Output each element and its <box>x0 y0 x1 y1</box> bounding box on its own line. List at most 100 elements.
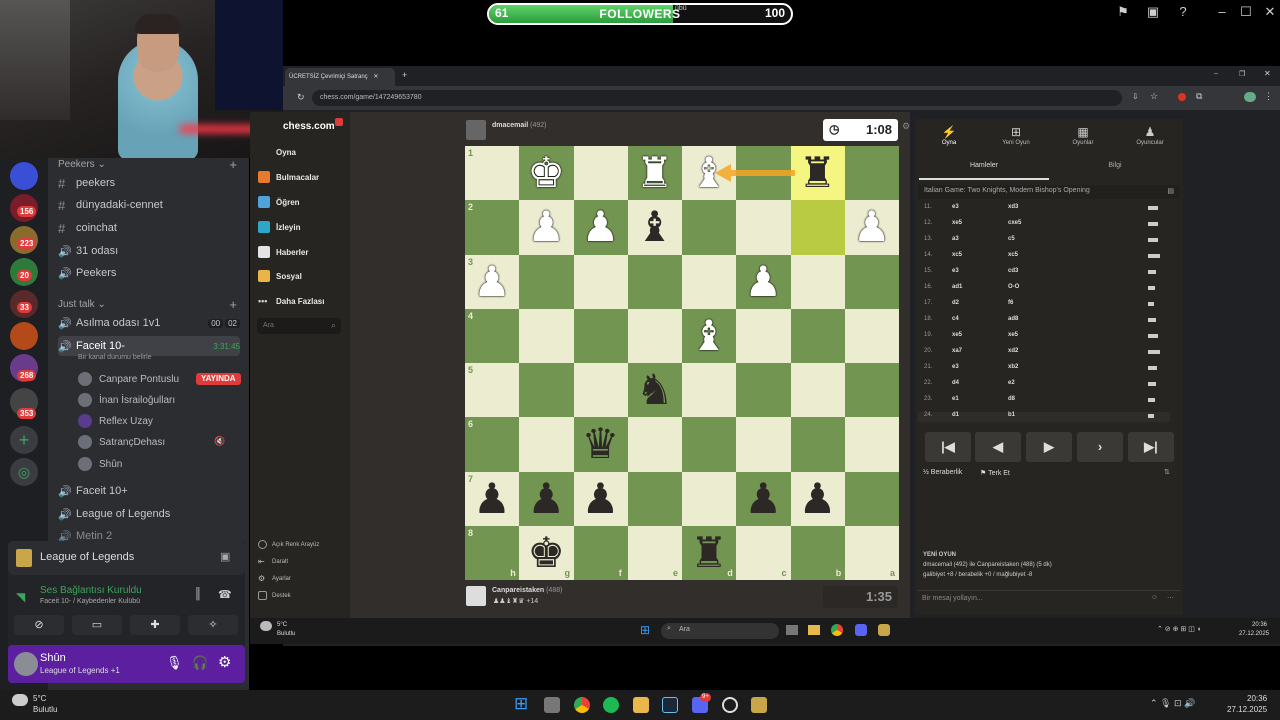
board-square[interactable] <box>519 363 574 418</box>
black-move[interactable]: cxe5 <box>1008 220 1021 226</box>
white-move[interactable]: e3 <box>952 364 959 370</box>
browser-menu-icon[interactable]: ⋮ <box>1264 91 1273 102</box>
task-view-icon[interactable] <box>544 697 560 713</box>
window-minimize-icon[interactable]: – <box>1214 70 1218 77</box>
soundboard-button[interactable]: ✧ <box>188 615 238 635</box>
black-piece[interactable]: ♜ <box>682 526 736 580</box>
board-square[interactable] <box>682 417 737 472</box>
camera-off-button[interactable]: ⊘ <box>14 615 64 635</box>
tab-moves[interactable]: Hamleler <box>919 152 1049 180</box>
voice-user[interactable]: Canpare Pontuslu <box>78 370 179 388</box>
username[interactable]: Shûn <box>40 652 66 664</box>
previous-move-button[interactable]: ◀ <box>975 432 1021 462</box>
file-explorer-icon[interactable] <box>808 625 820 635</box>
white-move[interactable]: xe5 <box>952 332 962 338</box>
board-square[interactable] <box>736 200 791 255</box>
taskbar-search[interactable]: ⌕ Ara <box>661 623 779 639</box>
board-square[interactable] <box>790 200 845 255</box>
move-row[interactable]: 23. e1 d8 <box>918 396 1170 406</box>
tab-new-game[interactable]: ⊞ Yeni Oyun <box>986 125 1046 146</box>
white-move[interactable]: e3 <box>952 268 959 274</box>
board-square[interactable] <box>627 308 682 363</box>
black-move[interactable]: f6 <box>1008 300 1013 306</box>
black-move[interactable]: ad8 <box>1008 316 1018 322</box>
black-piece[interactable]: ♚ <box>519 526 573 580</box>
channel-peekers[interactable]: # peekers <box>58 173 240 193</box>
board-square[interactable] <box>682 363 737 418</box>
discord-icon[interactable] <box>855 624 867 636</box>
chrome-icon[interactable] <box>574 697 590 713</box>
board-square[interactable] <box>573 254 628 309</box>
settings-gear-icon[interactable]: ⚙ <box>218 653 231 671</box>
move-row[interactable]: 19. xe5 xe5 <box>918 332 1170 342</box>
last-move-button[interactable]: ▶| <box>1128 432 1174 462</box>
board-square[interactable] <box>844 308 899 363</box>
collapse-button[interactable]: ⇤ Daralt <box>258 557 288 566</box>
move-row[interactable]: 24. d1 b1 <box>918 412 1170 422</box>
black-move[interactable]: e2 <box>1008 380 1015 386</box>
black-piece[interactable]: ♟ <box>736 472 790 526</box>
game-overlay-icon[interactable]: ▣ <box>220 550 230 563</box>
white-move[interactable]: d4 <box>952 380 959 386</box>
install-icon[interactable]: ⇩ <box>1132 92 1139 101</box>
spotify-icon[interactable] <box>603 697 619 713</box>
white-piece[interactable]: ♟ <box>736 255 790 309</box>
profile-avatar[interactable] <box>1244 92 1256 102</box>
board-square[interactable] <box>519 308 574 363</box>
play-button[interactable]: ▶ <box>1026 432 1072 462</box>
voice-channel-league-of-legends[interactable]: 🔊 League of Legends <box>58 504 240 524</box>
black-piece[interactable]: ♟ <box>574 472 628 526</box>
move-row[interactable]: 14. xc5 xc5 <box>918 252 1170 262</box>
board-square[interactable] <box>465 363 520 418</box>
board-square[interactable] <box>519 254 574 309</box>
voice-user[interactable]: Reflex Uzay <box>78 412 153 430</box>
black-piece[interactable]: ♜ <box>791 146 845 200</box>
server-icon[interactable] <box>10 162 38 190</box>
nav-news[interactable]: Haberler <box>258 246 308 258</box>
device-icon[interactable]: ▣ <box>1145 4 1161 20</box>
board-square[interactable] <box>844 254 899 309</box>
black-piece[interactable]: ♞ <box>628 363 682 417</box>
obs-icon[interactable] <box>722 697 738 713</box>
move-row[interactable]: 20. xa7 xd2 <box>918 348 1170 358</box>
white-move[interactable]: d2 <box>952 300 959 306</box>
settings-button[interactable]: ⚙ Ayarlar <box>258 574 291 583</box>
white-move[interactable]: xe5 <box>952 220 962 226</box>
resign-button[interactable]: ⚑ Terk Et <box>980 469 1010 477</box>
board-square[interactable] <box>844 417 899 472</box>
white-move[interactable]: xc5 <box>952 252 962 258</box>
board-square[interactable] <box>627 471 682 526</box>
board-square[interactable] <box>790 254 845 309</box>
bookmark-star-icon[interactable]: ☆ <box>1150 91 1158 102</box>
board-square[interactable] <box>573 308 628 363</box>
board-square[interactable] <box>519 417 574 472</box>
black-move[interactable]: cd3 <box>1008 268 1018 274</box>
white-move[interactable]: ad1 <box>952 284 962 290</box>
board-square[interactable] <box>465 200 520 255</box>
chess-board[interactable]: 1 2 3 4 5 6 7 8 h g f e d c b a ♚ ♜ ♝ ♜ ♟ ♟ ♝ ♟ ♟ ♟ ♝ ♞ ♛ ♟ ♟ ♟ ♟ ♟ ♚ ♜ <box>465 146 899 580</box>
chat-input[interactable]: Bir mesaj yollayın... ☺ ⋯ <box>918 590 1180 608</box>
channel-dunyadaki-cennet[interactable]: # dünyadaki-cennet <box>58 195 240 215</box>
address-bar[interactable]: chess.com/game/147249653780 <box>312 90 1122 106</box>
category-label[interactable]: Just talk ⌄ <box>58 299 106 310</box>
headphones-icon[interactable]: 🎧 <box>192 655 208 671</box>
board-square[interactable] <box>736 417 791 472</box>
channel-coinchat[interactable]: # coinchat <box>58 218 240 238</box>
white-piece[interactable]: ♜ <box>628 146 682 200</box>
move-row[interactable]: 12. xe5 cxe5 <box>918 220 1170 230</box>
board-square[interactable] <box>736 363 791 418</box>
voice-user[interactable]: İnan İsrailoğulları <box>78 391 175 409</box>
microphone-icon[interactable]: 🎙 <box>166 655 183 671</box>
white-piece[interactable]: ♟ <box>574 200 628 254</box>
board-square[interactable] <box>682 254 737 309</box>
move-row[interactable]: 18. c4 ad8 <box>918 316 1170 326</box>
move-row[interactable]: 17. d2 f6 <box>918 300 1170 310</box>
board-square[interactable] <box>627 254 682 309</box>
channel-status[interactable]: Bir kanal durumu belirle <box>78 354 152 361</box>
emoji-icon[interactable]: ☺ <box>1151 594 1158 601</box>
white-move[interactable]: e3 <box>952 204 959 210</box>
board-square[interactable] <box>465 146 520 201</box>
white-move[interactable]: c4 <box>952 316 959 322</box>
voice-channel-31-odasi[interactable]: 🔊 31 odası <box>58 241 240 261</box>
weather-icon[interactable] <box>12 694 28 706</box>
